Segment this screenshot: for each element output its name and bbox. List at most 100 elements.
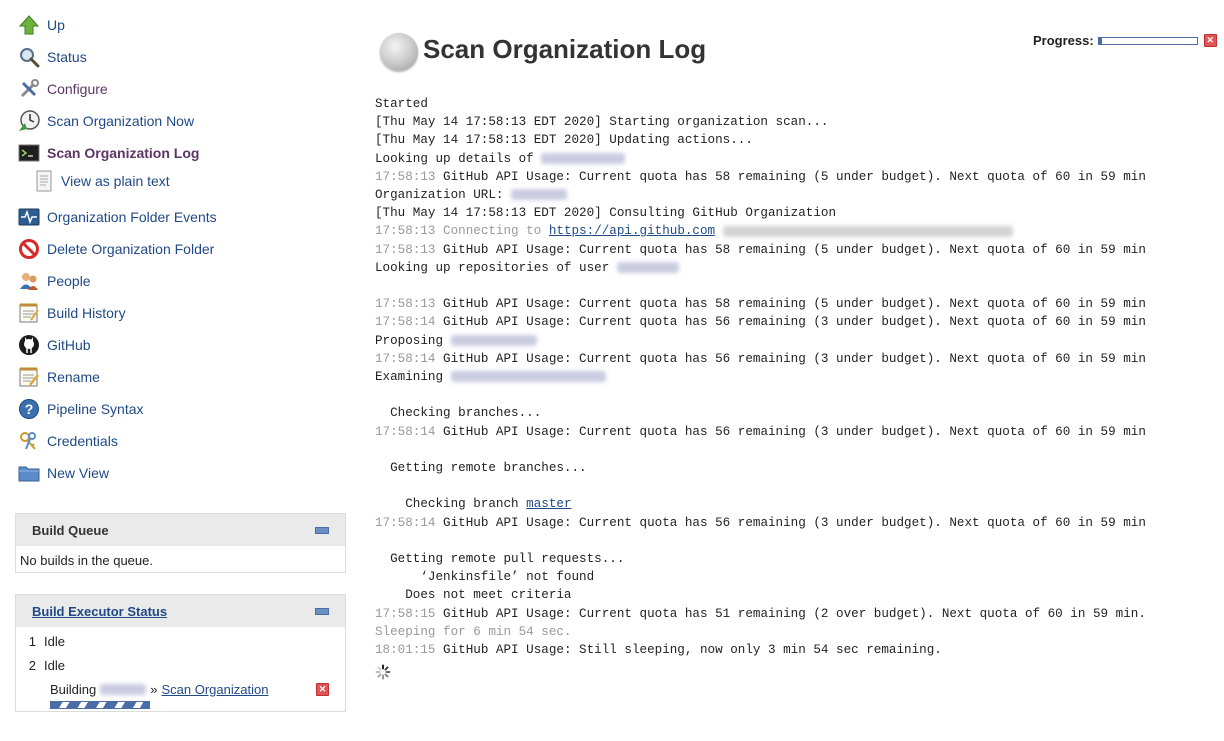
sidebar-item-pipeline-syntax[interactable]: ? Pipeline Syntax: [17, 397, 144, 421]
build-queue-header: Build Queue: [16, 514, 345, 546]
collapse-build-queue-button[interactable]: [315, 526, 329, 534]
sidebar-item-build-history[interactable]: Build History: [17, 301, 126, 325]
stop-build-button[interactable]: ✕: [316, 683, 329, 696]
monitor-icon: [17, 205, 41, 229]
notepad-pencil-icon: [17, 365, 41, 389]
sidebar-item-plain-text[interactable]: View as plain text: [33, 169, 170, 193]
sidebar-item-label: Build History: [47, 305, 126, 321]
clock-run-icon: [17, 109, 41, 133]
folder-icon: [17, 461, 41, 485]
log-text: GitHub API Usage: Current quota has 56 r…: [435, 351, 1146, 366]
sidebar-item-label: Organization Folder Events: [47, 209, 217, 225]
log-text: GitHub API Usage: Current quota has 56 r…: [435, 515, 1146, 530]
sidebar-item-label: Credentials: [47, 433, 118, 449]
executor-status-header: Build Executor Status: [16, 595, 345, 627]
log-line: Getting remote branches...: [375, 461, 587, 475]
api-url-link[interactable]: https://api.github.com: [549, 224, 715, 238]
sidebar-item-rename[interactable]: Rename: [17, 365, 100, 389]
log-timestamp: 17:58:14: [375, 424, 436, 439]
log-text: Started: [375, 97, 428, 111]
sidebar-item-github[interactable]: GitHub: [17, 333, 91, 357]
log-text: Sleeping for 6 min 54 sec.: [375, 624, 572, 639]
redacted-text: [616, 262, 679, 273]
notepad-icon: [17, 301, 41, 325]
sidebar-item-folder-events[interactable]: Organization Folder Events: [17, 205, 217, 229]
log-text: Looking up details of: [375, 151, 542, 166]
collapse-executor-status-button[interactable]: [315, 607, 329, 615]
sidebar-item-label: Delete Organization Folder: [47, 241, 215, 257]
sidebar-item-scan-log[interactable]: Scan Organization Log: [17, 141, 199, 165]
log-timestamp: 17:58:13: [375, 297, 436, 312]
log-text: GitHub API Usage: Still sleeping, now on…: [435, 643, 942, 658]
log-text: [Thu May 14 17:58:13 EDT 2020] Consultin…: [375, 206, 837, 221]
redacted-text: [450, 371, 606, 383]
log-line: 17:58:14 GitHub API Usage: Current quota…: [375, 425, 1146, 439]
loading-spinner-icon: [375, 664, 391, 680]
log-line: 17:58:13 GitHub API Usage: Current quota…: [375, 297, 1146, 311]
log-text: [Thu May 14 17:58:13 EDT 2020] Updating …: [375, 133, 753, 148]
log-text: GitHub API Usage: Current quota has 58 r…: [435, 297, 1146, 312]
log-line: Looking up repositories of user: [375, 261, 679, 275]
sidebar-item-label: Rename: [47, 369, 100, 385]
sidebar-item-label: Scan Organization Now: [47, 113, 195, 129]
sidebar-item-status[interactable]: Status: [17, 45, 87, 69]
progress-fill: [1098, 37, 1102, 44]
progress-bar: [1097, 36, 1198, 45]
executor-list: 1 Idle 2 Idle Building » Scan Organizati…: [16, 627, 345, 709]
log-line: [Thu May 14 17:58:13 EDT 2020] Consultin…: [375, 206, 836, 220]
sidebar-item-credentials[interactable]: Credentials: [17, 429, 118, 453]
log-timestamp: 17:58:13: [375, 242, 436, 257]
log-line: 17:58:13 GitHub API Usage: Current quota…: [375, 170, 1146, 184]
log-text: GitHub API Usage: Current quota has 56 r…: [435, 424, 1146, 439]
status-ball-icon: [380, 33, 418, 71]
executor-state: Idle: [44, 633, 65, 649]
help-icon: ?: [17, 397, 41, 421]
progress-indicator: Progress: ✕: [1033, 33, 1217, 48]
sidebar-item-people[interactable]: People: [17, 269, 91, 293]
log-line: Proposing: [375, 334, 537, 348]
sidebar-item-label: Pipeline Syntax: [47, 401, 144, 417]
sidebar-item-delete-folder[interactable]: Delete Organization Folder: [17, 237, 214, 261]
scan-organization-link[interactable]: Scan Organization: [162, 682, 269, 697]
sidebar-item-new-view[interactable]: New View: [17, 461, 109, 485]
log-line: Started: [375, 97, 428, 111]
executor-number: 2: [28, 657, 36, 673]
executor-state: Idle: [44, 657, 65, 673]
log-line: Getting remote pull requests...: [375, 552, 624, 566]
log-line: 17:58:14 GitHub API Usage: Current quota…: [375, 516, 1146, 530]
stop-scan-button[interactable]: ✕: [1203, 34, 1217, 47]
sidebar-item-up[interactable]: Up: [17, 13, 65, 37]
up-arrow-icon: [17, 13, 41, 37]
executor-building-row: Building » Scan Organization ✕: [16, 677, 345, 701]
build-queue-title: Build Queue: [32, 522, 109, 538]
build-queue-pane: Build Queue No builds in the queue.: [15, 513, 346, 573]
sidebar-item-configure[interactable]: Configure: [17, 77, 108, 101]
log-timestamp: 17:58:14: [375, 351, 436, 366]
log-text: Getting remote pull requests...: [375, 552, 625, 567]
log-text: GitHub API Usage: Current quota has 51 r…: [435, 606, 1146, 621]
log-text: [Thu May 14 17:58:13 EDT 2020] Starting …: [375, 115, 829, 130]
log-text: Checking branch: [375, 497, 527, 512]
tools-icon: [17, 77, 41, 101]
log-line: Organization URL:: [375, 188, 568, 202]
building-prefix: Building: [50, 681, 97, 697]
executor-number: 1: [28, 633, 36, 649]
log-text: Looking up repositories of user: [375, 260, 617, 275]
log-timestamp: 18:01:15: [375, 643, 436, 658]
magnifier-icon: [17, 45, 41, 69]
console-log: Started [Thu May 14 17:58:13 EDT 2020] S…: [375, 95, 1146, 659]
sidebar-item-label: GitHub: [47, 337, 91, 353]
log-line: [Thu May 14 17:58:13 EDT 2020] Updating …: [375, 133, 753, 147]
log-text: Examining: [375, 370, 451, 385]
redacted-text: [541, 152, 626, 164]
log-line: 17:58:14 GitHub API Usage: Current quota…: [375, 315, 1146, 329]
log-text: GitHub API Usage: Current quota has 56 r…: [435, 315, 1146, 330]
progress-label: Progress:: [1033, 33, 1094, 48]
branch-link[interactable]: master: [526, 497, 571, 511]
log-line: Sleeping for 6 min 54 sec.: [375, 625, 572, 639]
log-timestamp: 17:58:14: [375, 315, 436, 330]
log-text: GitHub API Usage: Current quota has 58 r…: [435, 169, 1146, 184]
sidebar-item-scan-now[interactable]: Scan Organization Now: [17, 109, 194, 133]
executor-status-title-link[interactable]: Build Executor Status: [32, 604, 167, 619]
executor-progress-fill: [51, 702, 149, 708]
